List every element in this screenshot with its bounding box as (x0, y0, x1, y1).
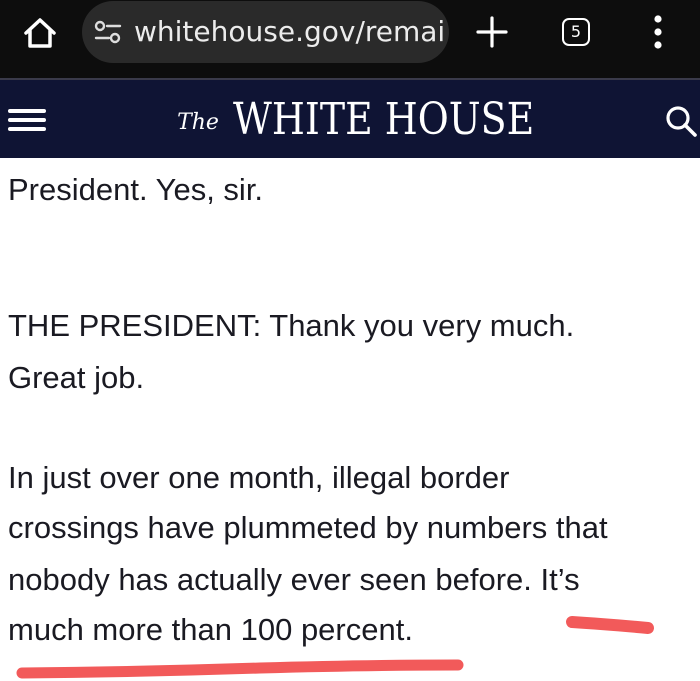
browser-menu-button[interactable] (648, 12, 668, 52)
site-header: The WHITE HOUSE (0, 80, 700, 158)
paragraph-line: nobody has actually ever seen before. It… (8, 562, 580, 597)
paragraph-line: In just over one month, illegal border (8, 460, 510, 495)
kebab-menu-icon (654, 15, 662, 49)
tune-icon (94, 20, 122, 44)
tab-switcher-button[interactable]: 5 (562, 18, 590, 46)
home-button[interactable] (20, 13, 60, 53)
paragraph-line: THE PRESIDENT: Thank you very much. (8, 308, 575, 343)
search-icon (666, 106, 697, 137)
paragraph-line: Great job. (8, 360, 145, 395)
annotation-marks (16, 616, 654, 679)
tab-count: 5 (570, 22, 582, 41)
url-text[interactable]: whitehouse.gov/remai (134, 13, 445, 51)
annotation-mark-underline (16, 659, 464, 679)
logo-the: The (177, 109, 219, 135)
site-search-button[interactable] (664, 102, 700, 138)
site-info-button[interactable] (94, 19, 122, 45)
browser-toolbar: whitehouse.gov/remai 5 (0, 0, 700, 78)
site-logo[interactable]: The WHITE HOUSE (0, 80, 700, 158)
home-icon (24, 18, 56, 48)
paragraph-line: crossings have plummeted by numbers that (8, 510, 608, 545)
address-bar[interactable]: whitehouse.gov/remai (82, 1, 449, 63)
plus-icon (476, 16, 508, 48)
annotation-mark-right (566, 616, 654, 634)
new-tab-button[interactable] (474, 14, 510, 50)
paragraph-line: President. Yes, sir. (8, 172, 264, 207)
logo-main: WHITE HOUSE (232, 93, 535, 145)
